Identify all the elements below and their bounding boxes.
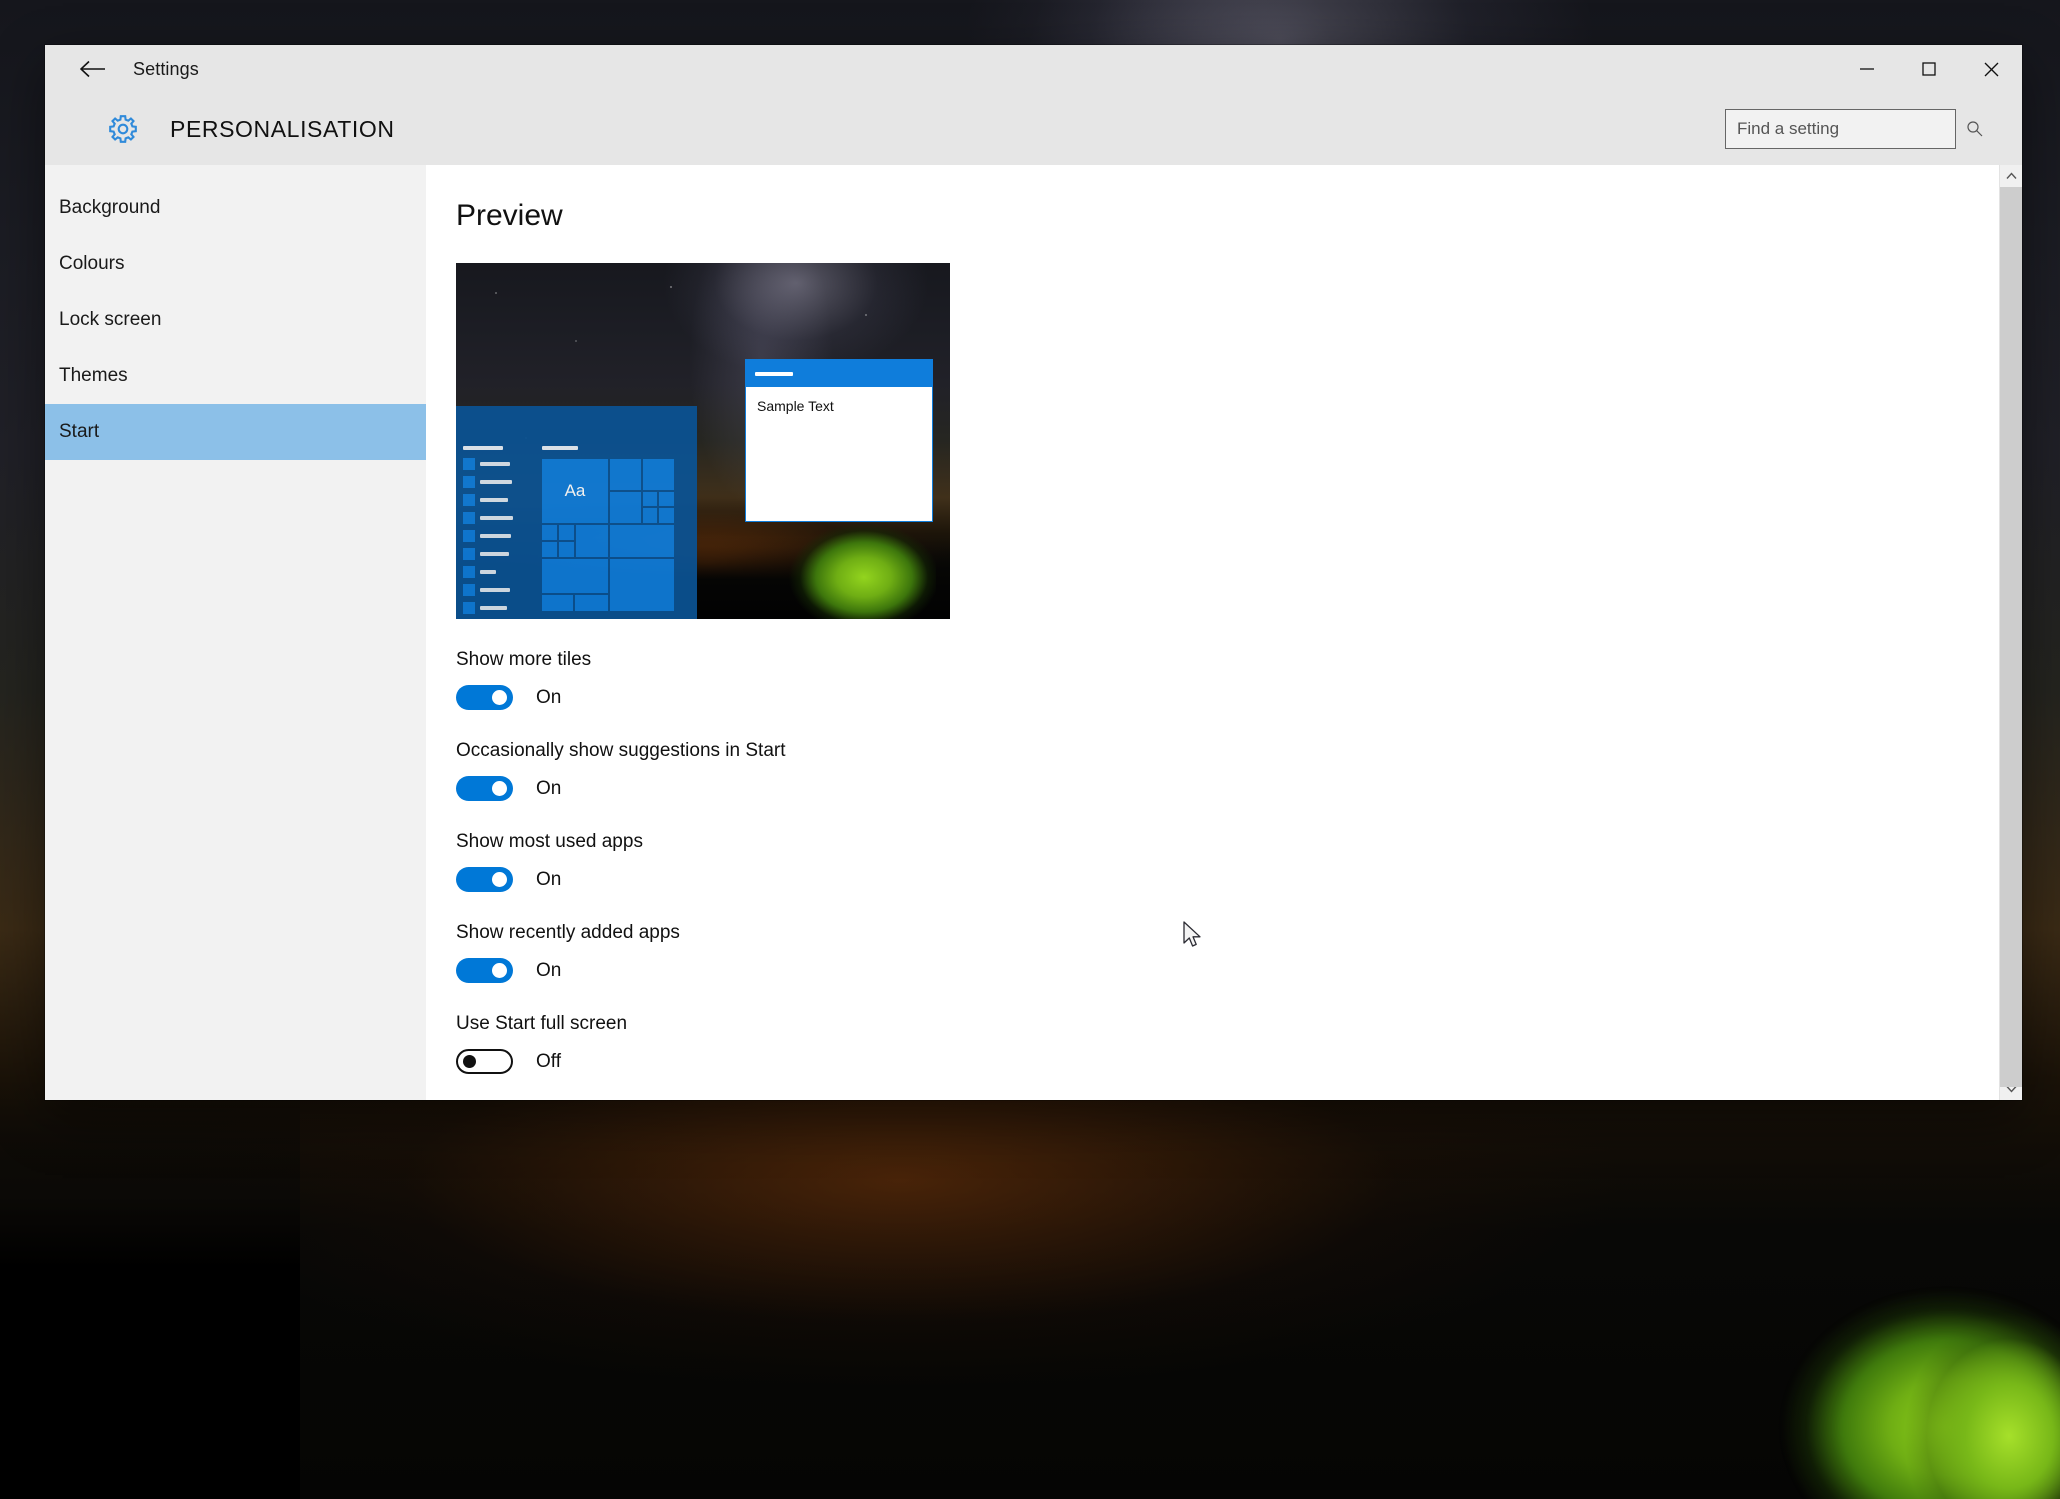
search-icon	[1966, 120, 1984, 138]
sidebar-item-start[interactable]: Start	[45, 404, 426, 460]
setting-show-suggestions: Occasionally show suggestions in Start O…	[456, 740, 2022, 801]
preview-list-header	[463, 446, 503, 450]
sidebar-item-lock-screen[interactable]: Lock screen	[45, 292, 426, 348]
maximize-button[interactable]	[1898, 45, 1960, 93]
search-box[interactable]	[1725, 109, 1983, 149]
preview-tile	[659, 508, 674, 523]
setting-label: Occasionally show suggestions in Start	[456, 740, 786, 761]
preview-tile-area: Aa	[542, 446, 687, 611]
setting-label: Show recently added apps	[456, 922, 680, 943]
preview-tile	[542, 525, 557, 540]
preview-tile	[542, 559, 608, 593]
toggle-use-start-full-screen[interactable]	[456, 1049, 513, 1074]
toggle-state-label: On	[536, 959, 562, 981]
preview-tile	[610, 525, 674, 557]
setting-use-start-full-screen: Use Start full screen Off	[456, 1013, 2022, 1074]
back-button[interactable]	[67, 49, 119, 89]
preview-tile	[643, 508, 657, 523]
toggle-show-suggestions[interactable]	[456, 776, 513, 801]
toggle-state-label: Off	[536, 1050, 561, 1072]
preview-sample-window: Sample Text	[745, 359, 933, 522]
sidebar-item-background[interactable]: Background	[45, 180, 426, 236]
minimize-icon	[1860, 68, 1874, 70]
setting-label: Show most used apps	[456, 831, 643, 852]
minimize-button[interactable]	[1836, 45, 1898, 93]
settings-sidebar: Background Colours Lock screen Themes St…	[45, 165, 426, 1100]
settings-window: Settings PERSONALISATION Find a setting …	[45, 45, 2022, 1100]
wallpaper-tent-core	[1890, 1289, 2060, 1499]
preview-tile	[659, 492, 674, 506]
sidebar-item-label: Colours	[59, 253, 125, 274]
page-heading: PERSONALISATION	[170, 115, 395, 142]
preview-sample-titlebar	[746, 360, 932, 387]
scrollbar-track[interactable]	[2000, 187, 2022, 1087]
scrollbar-thumb[interactable]	[2000, 187, 2022, 1087]
preview-tile	[576, 525, 608, 557]
desktop-wallpaper: Settings PERSONALISATION Find a setting …	[0, 0, 2060, 1499]
toggle-show-more-tiles[interactable]	[456, 685, 513, 710]
maximize-icon	[1922, 62, 1936, 76]
preview-app-list	[463, 446, 521, 619]
start-preview-image: Aa Sample Text	[456, 263, 950, 619]
preview-tile-grid: Aa	[542, 459, 687, 611]
preview-tile	[559, 525, 574, 540]
chevron-up-icon	[2005, 172, 2017, 179]
preview-tile	[610, 559, 674, 611]
toggle-show-recently-added-apps[interactable]	[456, 958, 513, 983]
app-header: PERSONALISATION	[45, 93, 2022, 165]
toggle-state-label: On	[536, 686, 562, 708]
setting-show-most-used-apps: Show most used apps On	[456, 831, 2022, 892]
toggle-state-label: On	[536, 777, 562, 799]
preview-tent	[786, 509, 936, 619]
window-title: Settings	[133, 58, 199, 79]
sidebar-item-colours[interactable]: Colours	[45, 236, 426, 292]
toggle-state-label: On	[536, 868, 562, 890]
preview-tile	[610, 459, 641, 490]
window-body: Background Colours Lock screen Themes St…	[45, 165, 2022, 1100]
preview-sample-text: Sample Text	[757, 398, 834, 414]
personalisation-gear	[103, 109, 143, 149]
wallpaper-hill	[0, 1079, 300, 1499]
arrow-left-icon	[80, 60, 105, 78]
search-input[interactable]	[1726, 119, 1966, 139]
sidebar-item-themes[interactable]: Themes	[45, 348, 426, 404]
setting-label: Use Start full screen	[456, 1013, 628, 1034]
close-button[interactable]	[1960, 45, 2022, 93]
sidebar-item-label: Start	[59, 421, 100, 442]
scroll-up-button[interactable]	[2000, 165, 2022, 187]
close-icon	[1984, 62, 1998, 76]
preview-tile	[575, 595, 608, 611]
settings-content: Preview Aa Sample Text Show more tiles O…	[426, 165, 2022, 1100]
preview-tile-aa: Aa	[542, 459, 608, 523]
preview-start-menu: Aa	[456, 406, 697, 619]
sidebar-item-label: Background	[59, 197, 161, 218]
preview-tile	[542, 595, 573, 611]
sidebar-item-label: Lock screen	[59, 309, 162, 330]
setting-show-more-tiles: Show more tiles On	[456, 649, 2022, 710]
gear-icon	[109, 115, 137, 143]
content-title: Preview	[456, 199, 563, 232]
preview-tile	[559, 542, 574, 557]
toggle-show-most-used-apps[interactable]	[456, 867, 513, 892]
sidebar-item-label: Themes	[59, 365, 128, 386]
content-scrollbar[interactable]	[1999, 165, 2022, 1100]
preview-sample-title-bar	[755, 371, 793, 376]
preview-tile	[643, 492, 657, 506]
preview-tile	[542, 542, 557, 557]
preview-tile	[610, 492, 641, 523]
setting-label: Show more tiles	[456, 649, 592, 670]
window-controls	[1836, 45, 2022, 93]
preview-tile	[643, 459, 674, 490]
setting-show-recently-added-apps: Show recently added apps On	[456, 922, 2022, 983]
preview-group-header	[542, 446, 578, 450]
window-titlebar: Settings	[45, 45, 2022, 93]
